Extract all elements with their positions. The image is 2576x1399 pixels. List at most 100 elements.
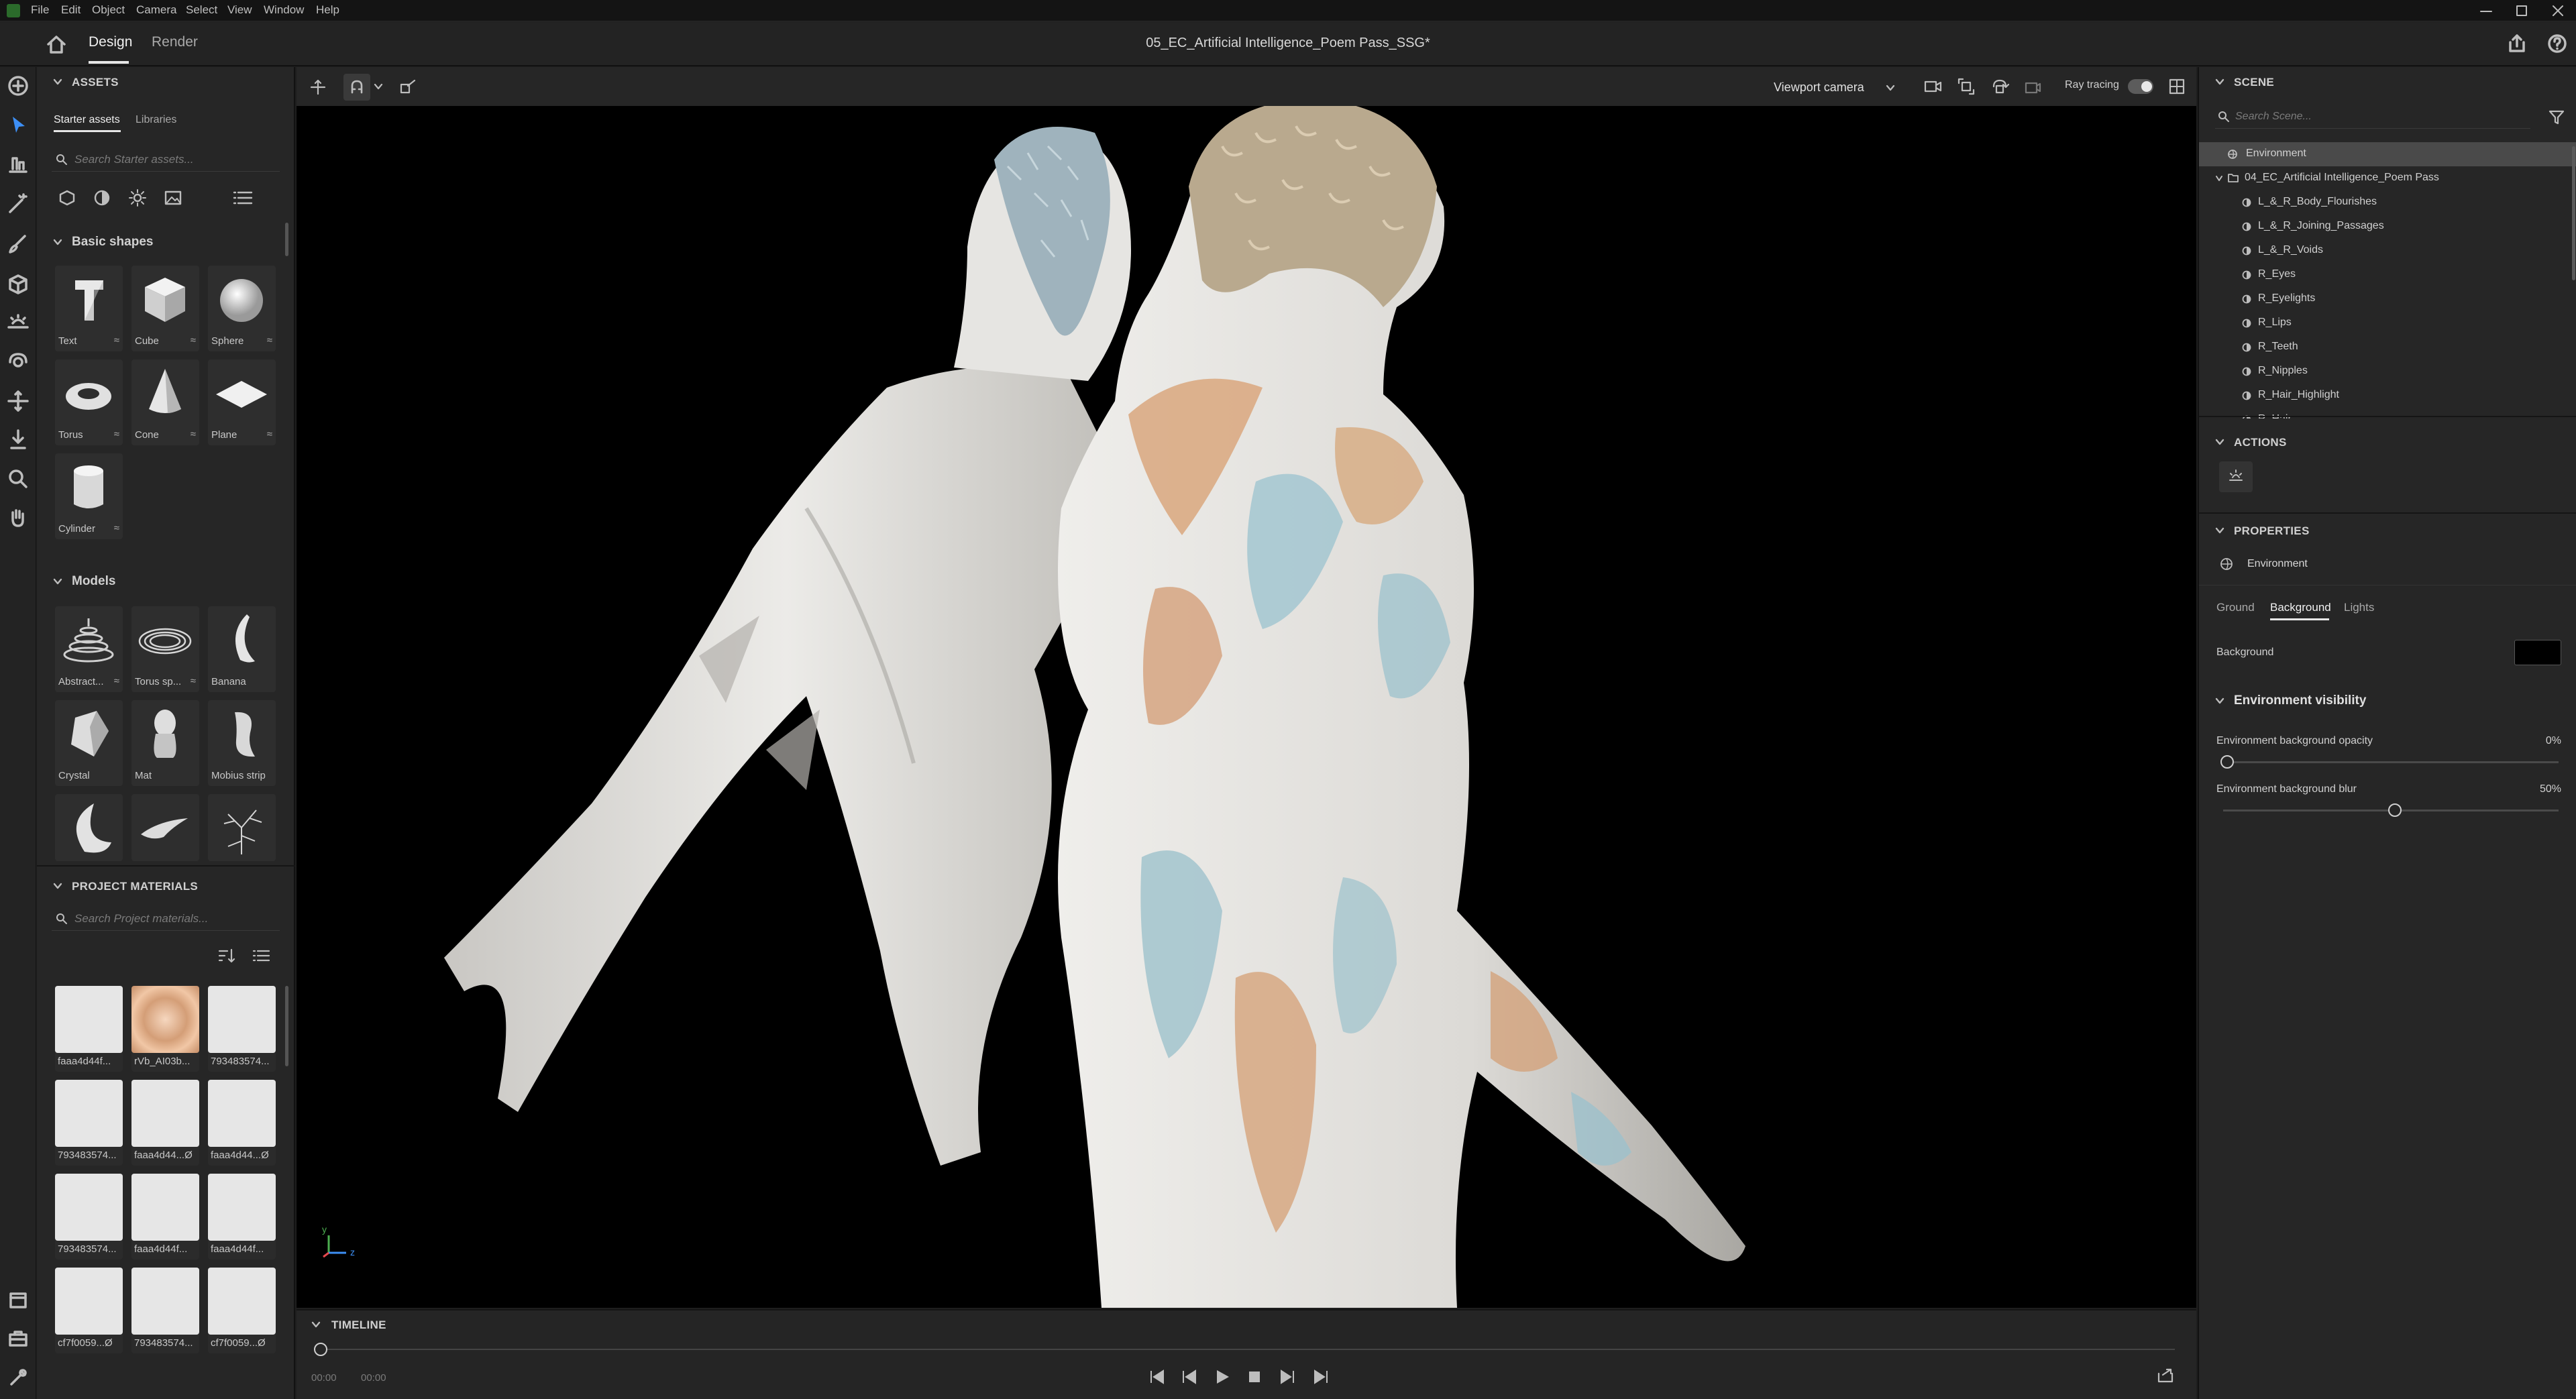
chevron-down-icon[interactable] [373,82,384,91]
scene-item[interactable]: R_Hair_Highlight [2199,384,2576,408]
menu-help[interactable]: Help [316,3,339,17]
move-tool-icon[interactable] [5,388,32,414]
shape-text[interactable]: Text ≈ [55,266,123,351]
model-crescent[interactable] [55,794,123,861]
tab-background[interactable]: Background [2270,601,2331,614]
camera-select[interactable]: Viewport camera [1766,74,1902,101]
menu-edit[interactable]: Edit [61,3,80,17]
menu-view[interactable]: View [227,3,252,17]
share-icon[interactable] [2506,33,2528,54]
cube-tool-icon[interactable] [5,271,32,298]
scene-item[interactable]: L_&_R_Joining_Passages [2199,215,2576,239]
scene-item[interactable]: R_Eyes [2199,263,2576,287]
menu-select[interactable]: Select [186,3,217,17]
material-item[interactable]: cf7f0059...Ø [208,1268,276,1353]
scene-group[interactable]: 04_EC_Artificial Intelligence_Poem Pass [2199,166,2576,190]
materials-scrollbar[interactable] [285,986,288,1066]
collapse-actions-icon[interactable] [2215,437,2224,447]
filter-icon[interactable] [2548,109,2565,126]
tab-libraries[interactable]: Libraries [136,114,176,126]
scene-item[interactable]: R_Eyelights [2199,287,2576,311]
opacity-slider-knob[interactable] [2220,755,2234,769]
collapse-materials-icon[interactable] [53,881,62,891]
scene-item[interactable]: R_Lips [2199,311,2576,335]
shape-sphere[interactable]: Sphere ≈ [208,266,276,351]
align-tool-icon[interactable] [5,150,32,177]
menu-window[interactable]: Window [264,3,304,17]
material-item[interactable]: 793483574... [131,1268,199,1353]
collapse-models-icon[interactable] [53,577,62,586]
magic-wand-icon[interactable] [5,190,32,217]
sort-icon[interactable] [217,947,235,964]
chevron-down-icon[interactable] [2215,174,2223,182]
brush-tool-icon[interactable] [5,231,32,258]
window-controls[interactable] [2475,4,2569,17]
action-button[interactable] [2219,461,2253,492]
hand-tool-icon[interactable] [5,504,32,531]
material-item[interactable]: faaa4d44f... [55,986,123,1072]
material-item[interactable]: rVb_AI03b... [131,986,199,1072]
assets-search[interactable]: Search Starter assets... [52,146,280,172]
model-banana[interactable]: Banana [208,606,276,692]
drop-tool-icon[interactable] [5,427,32,453]
collapse-scene-icon[interactable] [2215,77,2224,87]
opacity-slider-track[interactable] [2223,761,2559,763]
scene-item[interactable]: R_Nipples [2199,359,2576,384]
tab-starter-assets[interactable]: Starter assets [54,114,120,126]
model-tree[interactable] [208,794,276,861]
blur-slider-knob[interactable] [2388,803,2402,817]
ray-tracing-toggle[interactable] [2128,79,2153,94]
material-item[interactable]: cf7f0059...Ø [55,1268,123,1353]
zoom-tool-icon[interactable] [5,465,32,492]
toolbox-icon[interactable] [5,1325,32,1352]
tools-icon[interactable] [5,1364,32,1391]
scene-item-environment[interactable]: Environment [2199,142,2576,166]
collapse-basic-shapes-icon[interactable] [53,237,62,247]
assets-scrollbar[interactable] [285,223,288,256]
material-item[interactable]: 793483574... [208,986,276,1072]
archive-icon[interactable] [5,1286,32,1313]
camera-orbit-icon[interactable] [1990,76,2010,97]
add-icon[interactable] [5,72,32,99]
menu-object[interactable]: Object [92,3,125,17]
material-item[interactable]: 793483574... [55,1080,123,1166]
shape-torus[interactable]: Torus ≈ [55,359,123,445]
collapse-visibility-icon[interactable] [2215,696,2224,706]
timeline-playhead[interactable] [314,1343,327,1356]
model-crystal[interactable]: Crystal [55,700,123,786]
asset-filter-icons[interactable] [57,188,265,208]
select-tool-icon[interactable] [5,111,32,138]
menu-file[interactable]: File [31,3,49,17]
material-item[interactable]: faaa4d44f... [131,1174,199,1260]
camera-icon[interactable] [1923,76,1943,97]
environment-tool-icon[interactable] [5,310,32,337]
bookmark-camera-icon[interactable] [2022,76,2042,97]
orbit-tool-icon[interactable] [5,349,32,376]
material-item[interactable]: faaa4d44f... [208,1174,276,1260]
menu-camera[interactable]: Camera [136,3,176,17]
shape-cube[interactable]: Cube ≈ [131,266,199,351]
playback-controls[interactable] [1144,1367,1346,1387]
scene-item[interactable]: L_&_R_Body_Flourishes [2199,190,2576,215]
model-mat[interactable]: Mat [131,700,199,786]
scene-search[interactable]: Search Scene... [2215,103,2530,129]
collapse-timeline-icon[interactable] [311,1320,321,1329]
collapse-properties-icon[interactable] [2215,526,2224,535]
material-item[interactable]: faaa4d44...Ø [208,1080,276,1166]
materials-search[interactable]: Search Project materials... [52,905,280,931]
viewport-canvas[interactable]: y z [297,106,2196,1308]
collapse-assets-icon[interactable] [53,77,62,87]
shape-cylinder[interactable]: Cylinder ≈ [55,453,123,539]
tab-lights[interactable]: Lights [2344,601,2374,614]
transform-icon[interactable] [309,78,327,97]
model-abstract[interactable]: Abstract... ≈ [55,606,123,692]
model-mobius[interactable]: Mobius strip [208,700,276,786]
scene-item[interactable]: L_&_R_Voids [2199,239,2576,263]
shape-cone[interactable]: Cone ≈ [131,359,199,445]
material-item[interactable]: faaa4d44...Ø [131,1080,199,1166]
timeline-track[interactable] [317,1349,2175,1350]
help-icon[interactable] [2546,33,2568,54]
scene-item[interactable]: R_Teeth [2199,335,2576,359]
render-settings-icon[interactable] [2167,76,2187,97]
snap-options-icon[interactable] [398,78,417,97]
